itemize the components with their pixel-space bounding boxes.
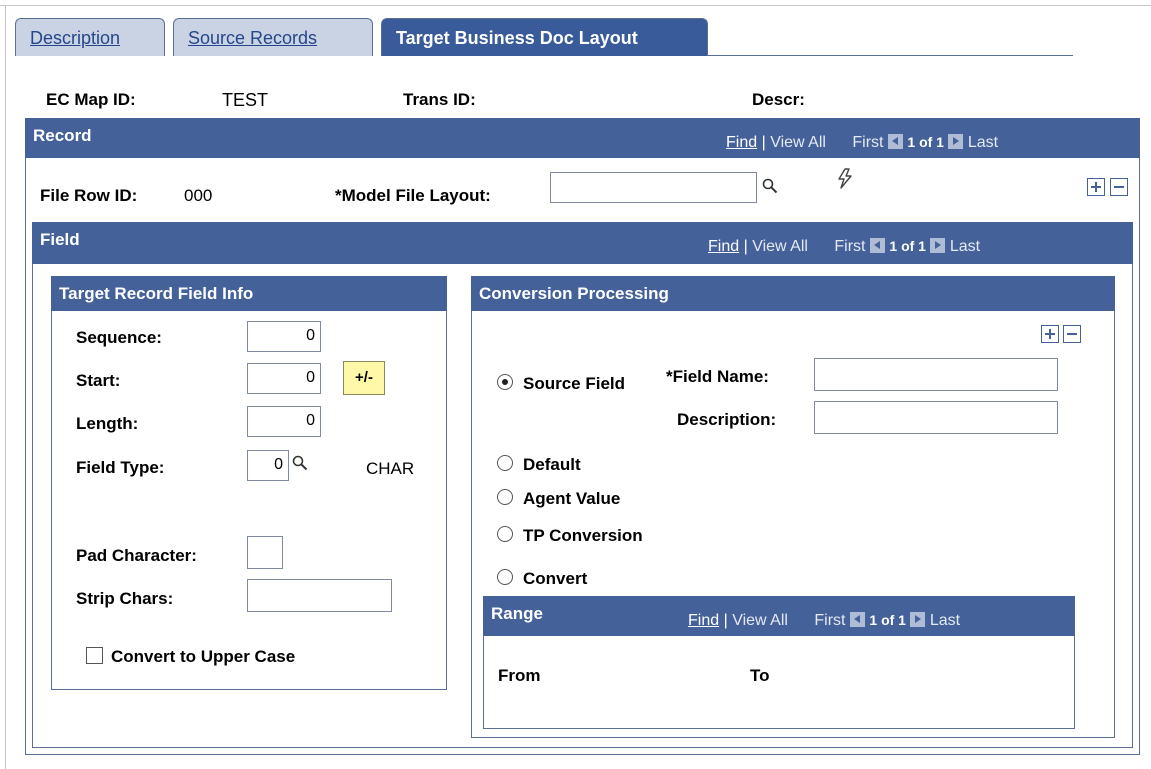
record-nav: Find | View All First 1 of 1 Last: [726, 134, 999, 151]
target-record-field-info-title: Target Record Field Info: [59, 284, 254, 303]
lightning-icon[interactable]: [836, 168, 856, 190]
record-header-bar: Record Find | View All First 1 of 1 Last: [25, 118, 1140, 158]
left-border: [5, 5, 6, 769]
record-count: 1 of 1: [907, 134, 944, 150]
record-next-icon[interactable]: [948, 134, 964, 149]
range-last: Last: [929, 612, 961, 629]
top-border: [0, 5, 1151, 6]
model-file-layout-input[interactable]: [550, 172, 757, 203]
ec-map-id-value: TEST: [222, 90, 269, 110]
tab-target-business-doc-layout[interactable]: Target Business Doc Layout: [381, 18, 708, 56]
start-input[interactable]: 0: [247, 363, 321, 394]
source-field-label: Source Field: [523, 374, 626, 393]
convert-upper-case-label: Convert to Upper Case: [111, 647, 296, 666]
convert-radio[interactable]: [497, 569, 513, 585]
description-input[interactable]: [814, 401, 1058, 434]
file-row-id-label: File Row ID:: [40, 186, 138, 205]
descr-label: Descr:: [752, 90, 805, 109]
record-last: Last: [967, 134, 999, 151]
tab-source-records-label: Source Records: [188, 28, 318, 48]
range-title: Range: [491, 604, 543, 623]
record-view-all-link[interactable]: View All: [770, 134, 826, 151]
record-first: First: [852, 134, 884, 151]
range-header-bar: Range Find | View All First 1 of 1 Last: [483, 596, 1075, 636]
field-type-label: Field Type:: [76, 458, 165, 477]
pad-character-input[interactable]: [247, 536, 283, 569]
conversion-delete-row-button[interactable]: [1063, 325, 1081, 343]
range-count: 1 of 1: [869, 612, 906, 628]
record-find-link[interactable]: Find: [726, 134, 757, 151]
source-field-radio[interactable]: [497, 374, 513, 390]
field-name-label: *Field Name:: [666, 367, 769, 386]
length-label: Length:: [76, 414, 139, 433]
field-type-lookup-icon[interactable]: [292, 455, 308, 471]
strip-chars-input[interactable]: [247, 579, 392, 612]
ec-map-id-label: EC Map ID:: [46, 90, 136, 109]
range-from-header: From: [498, 666, 541, 685]
field-type-input[interactable]: 0: [247, 450, 289, 481]
length-input[interactable]: 0: [247, 406, 321, 437]
convert-upper-case-checkbox[interactable]: [86, 647, 103, 664]
target-record-field-info-header: Target Record Field Info: [51, 276, 447, 311]
tab-description-label: Description: [30, 28, 121, 48]
record-delete-row-button[interactable]: [1110, 178, 1128, 196]
field-nav: Find | View All First 1 of 1 Last: [708, 238, 981, 255]
field-title: Field: [40, 230, 80, 249]
description-label: Description:: [677, 410, 777, 429]
field-type-description: CHAR: [366, 459, 415, 478]
trans-id-label: Trans ID:: [403, 90, 476, 109]
tab-source-records[interactable]: Source Records: [173, 18, 373, 56]
plus-minus-button[interactable]: +/-: [343, 361, 385, 395]
sequence-input[interactable]: 0: [247, 321, 321, 352]
start-label: Start:: [76, 371, 121, 390]
agent-value-label: Agent Value: [523, 489, 621, 508]
field-find-link[interactable]: Find: [708, 238, 739, 255]
range-view-all-link[interactable]: View All: [732, 612, 788, 629]
file-row-id-value: 000: [184, 186, 213, 205]
range-to-header: To: [750, 666, 770, 685]
model-file-layout-label: *Model File Layout:: [335, 186, 491, 205]
field-header-bar: Field Find | View All First 1 of 1 Last: [32, 222, 1133, 264]
record-add-row-button[interactable]: [1087, 178, 1105, 196]
agent-value-radio[interactable]: [497, 489, 513, 505]
sequence-label: Sequence:: [76, 328, 162, 347]
tp-conversion-label: TP Conversion: [523, 526, 643, 545]
field-name-input[interactable]: [814, 358, 1058, 391]
field-next-icon[interactable]: [930, 238, 946, 253]
field-last: Last: [949, 238, 981, 255]
tp-conversion-radio[interactable]: [497, 526, 513, 542]
range-prev-icon[interactable]: [849, 612, 865, 627]
field-first: First: [834, 238, 866, 255]
strip-chars-label: Strip Chars:: [76, 589, 174, 608]
model-file-layout-lookup-icon[interactable]: [762, 178, 778, 194]
pad-character-label: Pad Character:: [76, 546, 197, 565]
convert-label: Convert: [523, 569, 588, 588]
record-prev-icon[interactable]: [887, 134, 903, 149]
range-find-link[interactable]: Find: [688, 612, 719, 629]
conversion-processing-title: Conversion Processing: [479, 284, 669, 303]
range-next-icon[interactable]: [910, 612, 926, 627]
tab-description[interactable]: Description: [15, 18, 165, 56]
record-title: Record: [33, 126, 92, 145]
default-radio[interactable]: [497, 455, 513, 471]
default-label: Default: [523, 455, 581, 474]
range-first: First: [814, 612, 846, 629]
conversion-processing-header: Conversion Processing: [471, 276, 1115, 311]
field-prev-icon[interactable]: [869, 238, 885, 253]
field-view-all-link[interactable]: View All: [752, 238, 808, 255]
conversion-add-row-button[interactable]: [1041, 325, 1059, 343]
range-nav: Find | View All First 1 of 1 Last: [688, 612, 961, 629]
field-count: 1 of 1: [889, 238, 926, 254]
tab-underline: [708, 55, 1073, 56]
tab-target-label: Target Business Doc Layout: [396, 28, 638, 48]
